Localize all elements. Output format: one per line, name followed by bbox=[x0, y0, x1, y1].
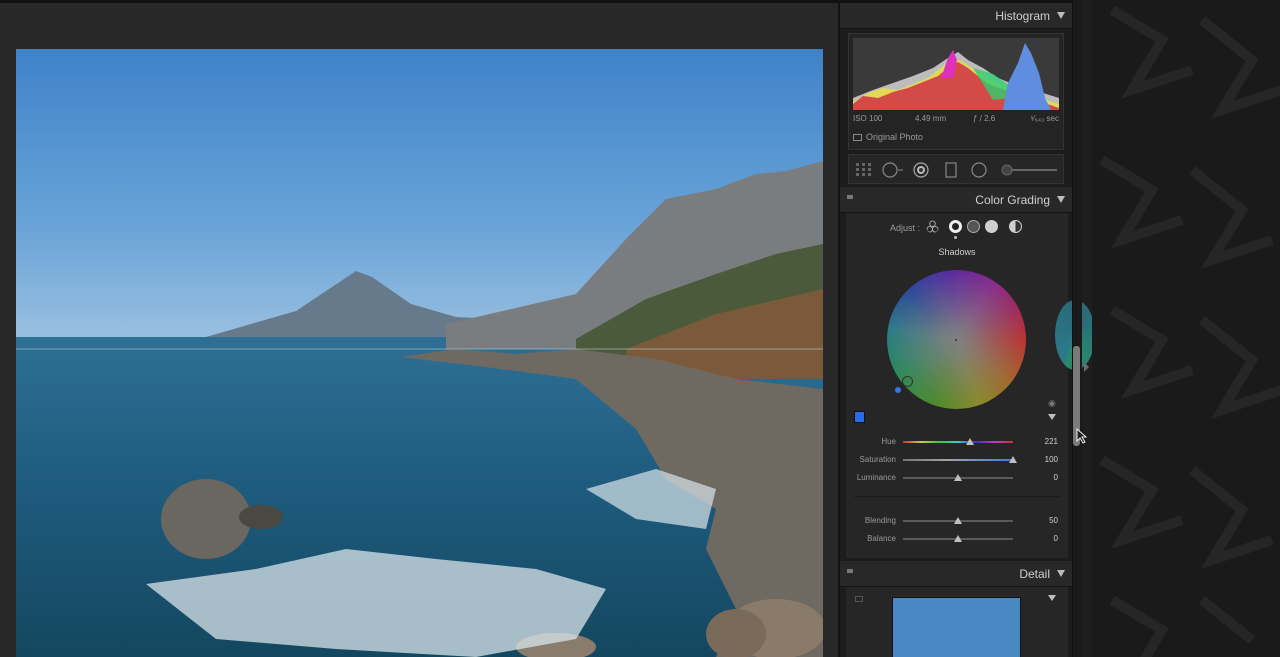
iso-readout: ISO 100 bbox=[853, 114, 883, 123]
slider-label: Blending bbox=[864, 516, 896, 525]
slider-value[interactable]: 0 bbox=[1018, 473, 1058, 482]
wheel-handle[interactable] bbox=[902, 376, 913, 387]
slider-value[interactable]: 0 bbox=[1018, 534, 1058, 543]
eye-icon[interactable]: ◉ bbox=[1048, 398, 1056, 409]
luminance-slider[interactable]: Luminance 0 bbox=[846, 471, 1068, 485]
collapse-panel-icon[interactable] bbox=[1084, 362, 1089, 372]
detail-header[interactable]: Detail bbox=[840, 561, 1074, 587]
detail-panel bbox=[846, 587, 1068, 657]
spot-removal-icon[interactable] bbox=[882, 162, 904, 178]
color-grading-panel: Adjust : Shadows ◉ Hue 221 Saturation 10… bbox=[846, 213, 1095, 558]
slider-label: Balance bbox=[867, 534, 896, 543]
slider-track[interactable] bbox=[903, 441, 1013, 443]
focal-length-readout: 4.49 mm bbox=[915, 114, 947, 123]
hue-slider[interactable]: Hue 221 bbox=[846, 435, 1068, 449]
detail-title: Detail bbox=[1019, 567, 1050, 581]
radial-filter-icon[interactable] bbox=[970, 162, 988, 178]
color-grading-header[interactable]: Color Grading bbox=[840, 187, 1074, 213]
slider-value[interactable]: 221 bbox=[1018, 437, 1058, 446]
photo-preview[interactable] bbox=[16, 49, 823, 657]
lightroom-app: Histogram ISO 100 4.49 mm ƒ / 2.6 ¹⁄₆₄₃ … bbox=[0, 0, 1280, 657]
pattern-graphic bbox=[1099, 5, 1280, 657]
histogram-header[interactable]: Histogram bbox=[840, 3, 1074, 29]
slider-value[interactable]: 100 bbox=[1018, 455, 1058, 464]
balance-slider[interactable]: Balance 0 bbox=[846, 532, 1068, 546]
triangle-down-icon[interactable] bbox=[1048, 414, 1056, 420]
slider-track[interactable] bbox=[903, 459, 1013, 461]
main-canvas bbox=[0, 0, 838, 657]
aperture-readout: ƒ / 2.6 bbox=[973, 114, 996, 123]
original-photo-toggle[interactable]: Original Photo bbox=[853, 132, 923, 142]
histogram-title: Histogram bbox=[995, 9, 1050, 23]
highlights-mode-icon[interactable] bbox=[985, 220, 998, 233]
panel-scrollbar[interactable] bbox=[1072, 0, 1082, 657]
three-way-icon[interactable] bbox=[926, 220, 939, 233]
slider-label: Saturation bbox=[859, 455, 896, 464]
graduated-filter-icon[interactable] bbox=[944, 162, 958, 178]
red-eye-icon[interactable] bbox=[912, 162, 930, 178]
saturation-dot[interactable] bbox=[895, 387, 901, 393]
slider-thumb[interactable] bbox=[1009, 456, 1017, 463]
histogram-graph bbox=[853, 38, 1059, 110]
slider-thumb[interactable] bbox=[954, 535, 962, 542]
tool-strip bbox=[848, 154, 1064, 184]
triangle-down-icon[interactable] bbox=[1057, 12, 1065, 19]
crop-overlay-icon[interactable] bbox=[855, 162, 873, 178]
original-photo-label: Original Photo bbox=[866, 132, 924, 142]
mouse-cursor-icon bbox=[1076, 428, 1088, 444]
blending-slider[interactable]: Blending 50 bbox=[846, 514, 1068, 528]
panel-grip-icon bbox=[847, 569, 853, 573]
adjust-label: Adjust : bbox=[890, 223, 921, 233]
triangle-down-icon[interactable] bbox=[1057, 570, 1065, 577]
mode-label: Shadows bbox=[938, 247, 976, 257]
backdrop-pattern bbox=[1092, 0, 1280, 657]
color-grading-title: Color Grading bbox=[975, 193, 1050, 207]
triangle-down-icon[interactable] bbox=[1048, 595, 1056, 601]
global-mode-icon[interactable] bbox=[1009, 220, 1022, 233]
midtones-mode-icon[interactable] bbox=[967, 220, 980, 233]
target-adjust-icon[interactable] bbox=[855, 596, 863, 602]
triangle-down-icon[interactable] bbox=[1057, 196, 1065, 203]
wheel-center bbox=[955, 339, 957, 341]
shutter-readout: ¹⁄₆₄₃ sec bbox=[1030, 114, 1059, 123]
slider-thumb[interactable] bbox=[954, 517, 962, 524]
histogram-panel: ISO 100 4.49 mm ƒ / 2.6 ¹⁄₆₄₃ sec Origin… bbox=[848, 33, 1064, 150]
color-swatch[interactable] bbox=[854, 411, 865, 423]
active-mode-indicator bbox=[954, 236, 957, 239]
right-panel: Histogram ISO 100 4.49 mm ƒ / 2.6 ¹⁄₆₄₃ … bbox=[838, 0, 1095, 657]
shadows-mode-icon[interactable] bbox=[949, 220, 962, 233]
slider-label: Hue bbox=[881, 437, 896, 446]
detail-preview[interactable] bbox=[892, 597, 1021, 657]
slider-label: Luminance bbox=[856, 473, 896, 482]
panel-grip-icon bbox=[847, 195, 853, 199]
saturation-slider[interactable]: Saturation 100 bbox=[846, 453, 1068, 467]
adjustment-brush-icon[interactable] bbox=[1001, 162, 1061, 178]
slider-thumb[interactable] bbox=[966, 438, 975, 445]
slider-value[interactable]: 50 bbox=[1018, 516, 1058, 525]
checkbox-icon[interactable] bbox=[853, 134, 862, 141]
slider-thumb[interactable] bbox=[954, 474, 962, 481]
divider bbox=[854, 496, 1060, 497]
